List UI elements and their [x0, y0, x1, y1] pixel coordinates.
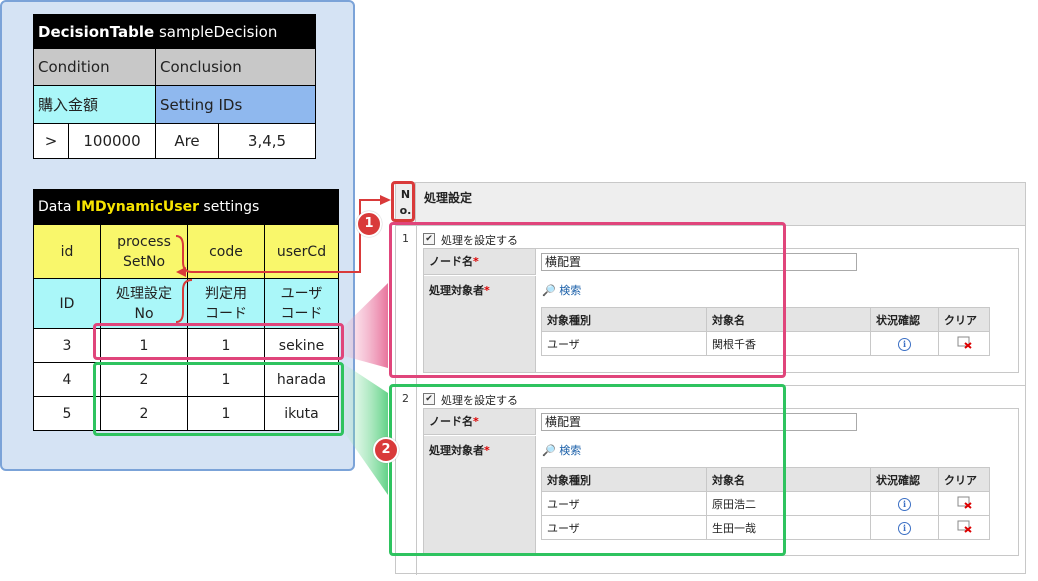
row-id: 4: [33, 362, 101, 397]
green-highlight-entry: [389, 384, 786, 556]
pink-highlight-entry: [389, 222, 786, 378]
col-clear: クリア: [938, 307, 990, 332]
decision-table-title: DecisionTable sampleDecision: [33, 14, 316, 49]
col-clear: クリア: [938, 467, 990, 492]
status-cell: i: [870, 331, 939, 356]
status-cell: i: [870, 491, 939, 516]
conclusion-verb: Are: [155, 123, 219, 159]
clear-icon[interactable]: [957, 336, 972, 349]
green-highlight-rows: [93, 362, 344, 436]
no-column-highlight: [391, 181, 415, 222]
col-status-check: 状況確認: [870, 467, 939, 492]
header-process-set-no: process SetNo: [100, 224, 188, 279]
clear-icon-graphic: [957, 496, 972, 509]
callout-badge-2: 2: [373, 437, 399, 463]
arrow-head-right: [380, 195, 391, 205]
data-table-title-prefix: Data: [38, 199, 76, 215]
conclusion-field: Setting IDs: [155, 85, 316, 124]
clear-cell: [938, 515, 990, 540]
header-ja-user-cd: ユーザ コード: [264, 278, 339, 329]
clear-cell: [938, 331, 990, 356]
status-cell: i: [870, 515, 939, 540]
clear-cell: [938, 491, 990, 516]
pink-highlight-row: [93, 323, 344, 360]
conclusion-ids: 3,4,5: [218, 123, 316, 159]
info-icon[interactable]: i: [898, 497, 911, 511]
header-code: code: [187, 224, 265, 279]
header-ja-code: 判定用 コード: [187, 278, 265, 329]
info-icon[interactable]: i: [898, 337, 911, 351]
data-table-title: Data IMDynamicUser settings: [33, 189, 339, 225]
form-title: 処理設定: [424, 191, 473, 205]
condition-value: 100000: [68, 123, 156, 159]
callout-badge-1: 1: [356, 211, 382, 237]
clear-icon[interactable]: [957, 520, 972, 533]
clear-icon-graphic: [957, 520, 972, 533]
decision-table-title-name: sampleDecision: [154, 22, 278, 41]
col-status-check: 状況確認: [870, 307, 939, 332]
condition-operator: >: [33, 123, 69, 159]
header-id: id: [33, 224, 101, 279]
header-ja-process-set-no: 処理設定 No: [100, 278, 188, 329]
header-ja-id: ID: [33, 278, 101, 329]
form-header: N o. 処理設定: [396, 183, 1025, 226]
info-icon[interactable]: i: [898, 521, 911, 535]
condition-field: 購入金額: [33, 85, 156, 124]
decision-table-title-bold: DecisionTable: [38, 22, 155, 41]
clear-icon[interactable]: [957, 496, 972, 509]
clear-icon-graphic: [957, 336, 972, 349]
row-id: 3: [33, 328, 101, 363]
row-id: 5: [33, 396, 101, 431]
header-user-cd: userCd: [264, 224, 339, 279]
conclusion-header: Conclusion: [155, 48, 316, 86]
data-table-title-name: IMDynamicUser: [75, 199, 199, 215]
data-table-title-suffix: settings: [198, 199, 260, 215]
condition-header: Condition: [33, 48, 156, 86]
decision-table: DecisionTable sampleDecision Condition C…: [33, 14, 316, 159]
